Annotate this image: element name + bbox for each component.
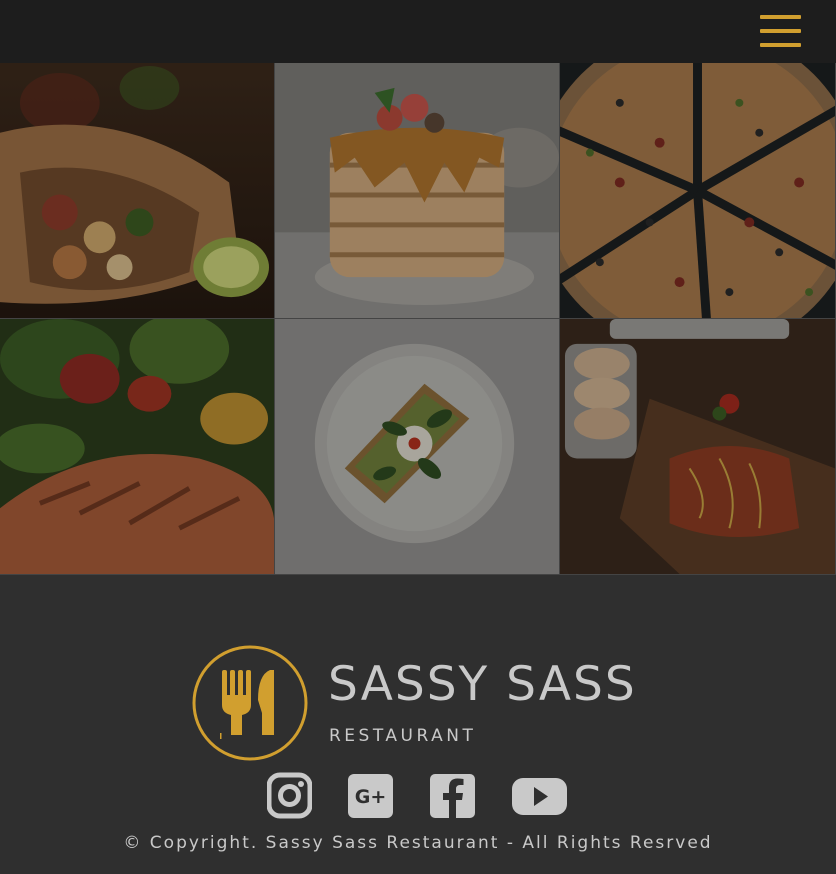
gallery-image-pancakes[interactable] bbox=[275, 63, 560, 319]
top-bar bbox=[0, 0, 836, 63]
logo-name: SASSY SASS bbox=[328, 657, 637, 712]
instagram-icon[interactable] bbox=[267, 772, 312, 820]
youtube-icon[interactable] bbox=[512, 772, 567, 820]
facebook-icon[interactable] bbox=[430, 772, 475, 820]
fork-knife-logo-icon bbox=[192, 645, 308, 761]
hamburger-menu-icon[interactable] bbox=[760, 15, 802, 49]
gallery-image-burrito[interactable] bbox=[0, 63, 275, 319]
food-gallery bbox=[0, 63, 836, 575]
restaurant-logo[interactable]: SASSY SASS RESTAURANT bbox=[192, 645, 652, 763]
gallery-image-salmon-salad[interactable] bbox=[0, 319, 275, 575]
copyright-text: © Copyright. Sassy Sass Restaurant - All… bbox=[123, 833, 713, 853]
logo-subtitle: RESTAURANT bbox=[329, 726, 477, 746]
svg-text:G+: G+ bbox=[355, 786, 387, 808]
gallery-image-avocado-toast[interactable] bbox=[275, 319, 560, 575]
gallery-image-pizza[interactable] bbox=[560, 63, 836, 319]
gallery-image-grilled-salmon[interactable] bbox=[560, 319, 836, 575]
google-plus-icon[interactable]: G+ bbox=[348, 772, 393, 820]
